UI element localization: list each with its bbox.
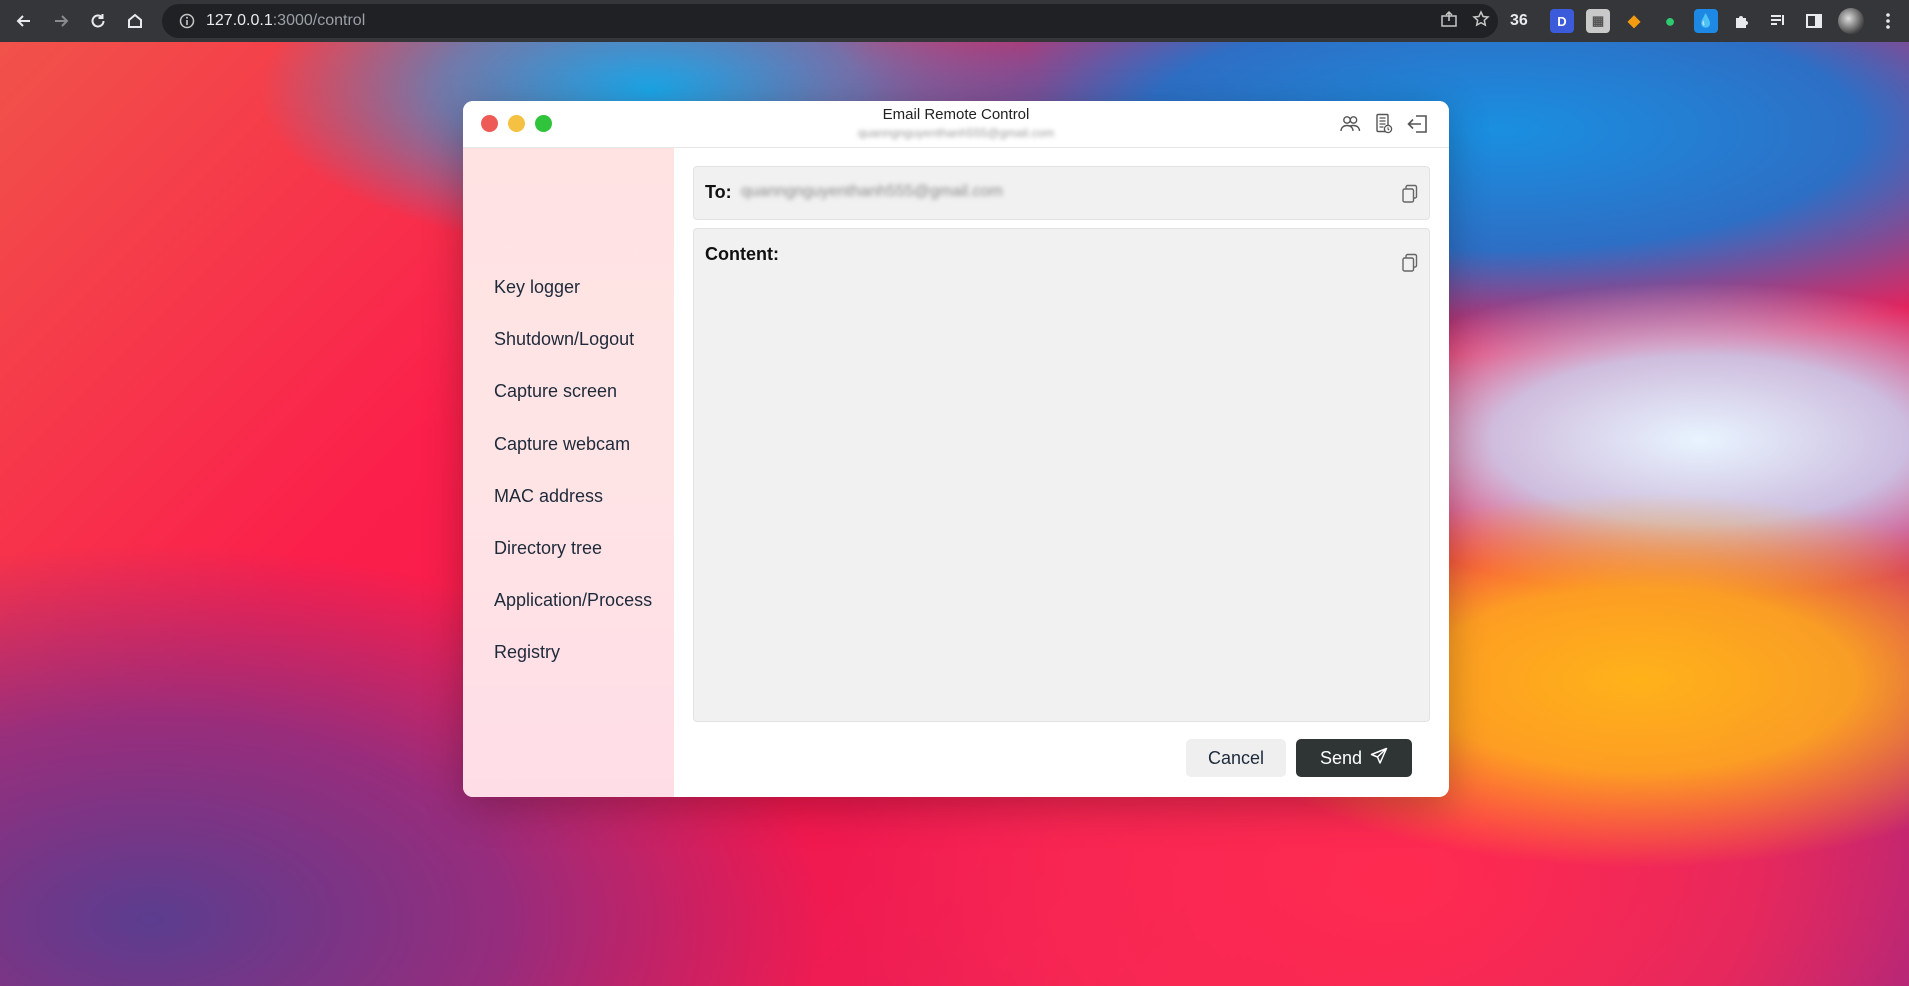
sidebar: Key logger Shutdown/Logout Capture scree… [463,148,674,797]
extension-counter[interactable]: 36 [1510,12,1538,30]
to-value[interactable]: quanngnguyenthanh555@gmail.com [741,183,1003,201]
title-bar: Email Remote Control quanngnguyenthanh55… [463,101,1449,148]
url-text[interactable]: 127.0.0.1:3000/control [206,12,365,30]
extension-d-icon[interactable]: D [1550,9,1574,33]
extension-image-icon[interactable]: ▦ [1586,9,1610,33]
send-button[interactable]: Send [1296,739,1412,777]
content-field[interactable]: Content: [693,228,1430,722]
sidebar-item-application-process[interactable]: Application/Process [494,590,652,611]
sidebar-item-key-logger[interactable]: Key logger [494,277,580,298]
copy-icon[interactable] [1401,184,1419,204]
logout-icon[interactable] [1407,113,1429,135]
cancel-button-label: Cancel [1207,747,1265,768]
send-button-label: Send [1319,747,1363,768]
sidebar-item-directory-tree[interactable]: Directory tree [494,538,602,559]
history-log-icon[interactable] [1373,113,1395,135]
extension-drop-icon[interactable]: 💧 [1694,9,1718,33]
sidebar-item-mac-address[interactable]: MAC address [494,486,603,507]
sidebar-item-capture-screen[interactable]: Capture screen [494,381,617,402]
sidebar-item-shutdown-logout[interactable]: Shutdown/Logout [494,329,634,350]
content-label: Content: [705,244,779,264]
home-icon[interactable] [117,3,153,39]
back-icon[interactable] [6,3,42,39]
address-bar[interactable]: 127.0.0.1:3000/control [162,4,1498,38]
profile-avatar[interactable] [1838,8,1864,34]
to-field[interactable]: To: quanngnguyenthanh555@gmail.com [693,166,1430,220]
sidebar-item-registry[interactable]: Registry [494,642,560,663]
cancel-button[interactable]: Cancel [1186,739,1286,777]
menu-dots-icon[interactable] [1876,9,1900,33]
url-path: :3000/control [272,12,366,29]
copy-icon[interactable] [1401,253,1419,273]
share-icon[interactable] [1440,10,1458,33]
account-email: quanngnguyenthanh555@gmail.com [857,126,1055,140]
reload-icon[interactable] [80,3,116,39]
bookmark-star-icon[interactable] [1472,9,1490,33]
browser-toolbar: 127.0.0.1:3000/control 36 D ▦ ◆ ● 💧 [0,0,1909,42]
side-panel-icon[interactable] [1802,9,1826,33]
extensions-puzzle-icon[interactable] [1730,9,1754,33]
users-icon[interactable] [1339,113,1361,135]
email-remote-control-window: Email Remote Control quanngnguyenthanh55… [463,101,1449,797]
forward-icon[interactable] [43,3,79,39]
reading-list-icon[interactable] [1766,9,1790,33]
url-host: 127.0.0.1 [206,12,273,29]
extension-green-icon[interactable]: ● [1658,9,1682,33]
sidebar-item-capture-webcam[interactable]: Capture webcam [494,434,630,455]
to-label: To: [705,182,732,202]
site-info-icon[interactable] [174,13,200,29]
extension-orange-icon[interactable]: ◆ [1622,9,1646,33]
send-icon [1370,747,1388,770]
window-title: Email Remote Control [882,106,1030,123]
content-value[interactable] [705,277,1389,711]
